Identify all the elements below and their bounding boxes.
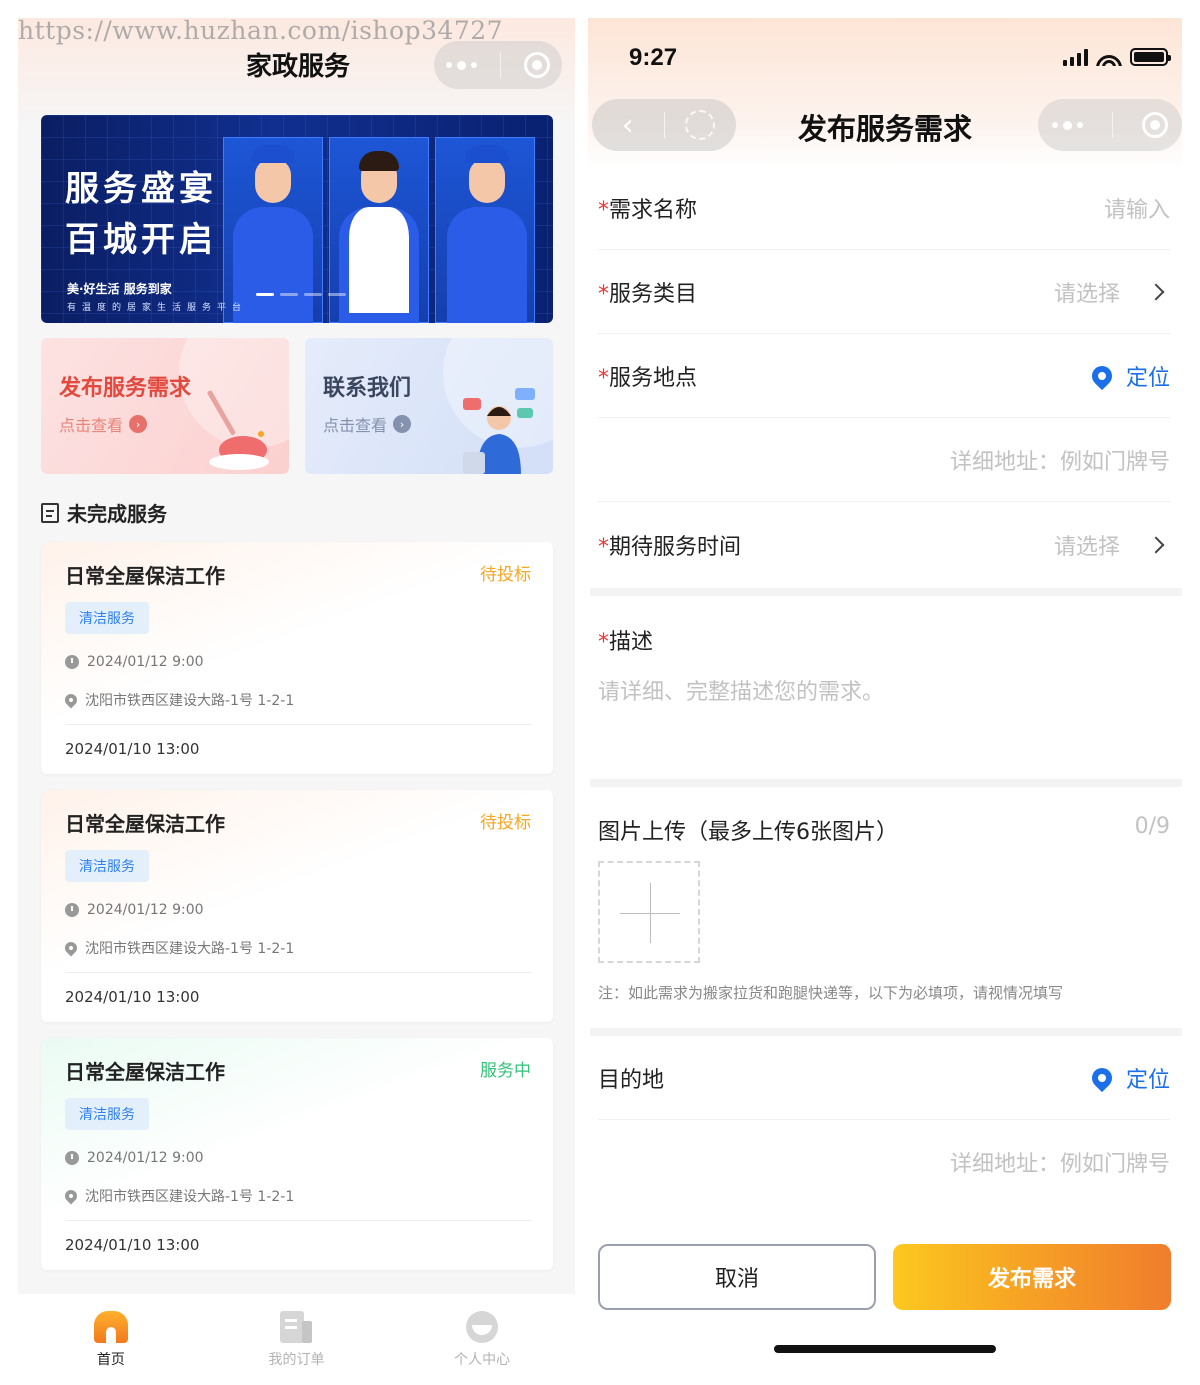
contact-us-entry[interactable]: 联系我们 点击查看 › — [305, 338, 553, 474]
destination-field[interactable]: 目的地 定位 — [598, 1036, 1170, 1120]
miniprogram-capsule[interactable] — [434, 41, 562, 89]
service-location-field[interactable]: *服务地点 定位 — [598, 334, 1170, 418]
banner-headline: 服务盛宴 — [65, 169, 217, 209]
home-indicator — [774, 1345, 996, 1353]
arrow-right-icon: › — [393, 415, 412, 433]
section-title: 未完成服务 — [41, 498, 167, 527]
service-category-field[interactable]: *服务类目 请选择 — [598, 250, 1170, 334]
service-time: 2024/01/12 9:00 — [65, 654, 204, 670]
miniprogram-capsule[interactable] — [1038, 99, 1182, 151]
publish-demand-button[interactable]: 发布需求 — [893, 1244, 1171, 1310]
clock-icon — [65, 655, 79, 669]
created-date: 2024/01/10 13:00 — [65, 988, 200, 1006]
entry-title: 发布服务需求 — [59, 376, 192, 401]
tab-home[interactable]: 首页 — [51, 1310, 171, 1369]
status-badge: 待投标 — [480, 813, 531, 833]
status-bar-icons — [1063, 48, 1171, 66]
document-icon — [41, 502, 59, 523]
location-pin-icon — [62, 691, 80, 709]
status-badge: 服务中 — [480, 1061, 531, 1081]
status-bar-time: 9:27 — [629, 44, 678, 71]
location-pin-icon — [62, 939, 80, 957]
address-detail-field[interactable]: 详细地址：例如门牌号 — [598, 418, 1170, 502]
service-time: 2024/01/12 9:00 — [65, 1150, 204, 1166]
cancel-button[interactable]: 取消 — [598, 1244, 876, 1310]
created-date: 2024/01/10 13:00 — [65, 740, 200, 758]
wifi-icon — [1096, 48, 1122, 66]
category-tag: 清洁服务 — [65, 602, 149, 634]
bottom-tabbar: 首页 我的订单 个人中心 — [18, 1294, 575, 1385]
service-time-select[interactable]: 请选择 — [1054, 529, 1170, 561]
carousel-indicator — [256, 293, 346, 296]
left-screen-home: 家政服务 服务盛宴 百城开启 美·好生活 服务到家 有温度的居家生活服务平台 发… — [18, 18, 575, 1385]
image-upload-count: 0/9 — [1134, 814, 1170, 839]
service-address: 沈阳市铁西区建设大路-1号 1-2-1 — [62, 690, 294, 710]
category-tag: 清洁服务 — [65, 1098, 149, 1130]
created-date: 2024/01/10 13:00 — [65, 1236, 200, 1254]
service-card[interactable]: 日常全屋保洁工作 服务中 清洁服务 2024/01/12 9:00 沈阳市铁西区… — [41, 1038, 553, 1270]
close-miniprogram-icon[interactable] — [1141, 112, 1168, 138]
right-screen-publish: 9:27 ‹ 发布服务需求 *需求名称 请输入 *服务类目 请选择 *服务地点 — [588, 18, 1182, 1385]
order-icon — [280, 1310, 313, 1343]
watermark-text: https://www.huzhan.com/ishop34727 — [18, 16, 504, 45]
banner-headline: 百城开启 — [65, 220, 217, 260]
tab-my-orders[interactable]: 我的订单 — [236, 1310, 356, 1369]
destination-address-field[interactable]: 详细地址：例如门牌号 — [598, 1120, 1170, 1204]
service-address: 沈阳市铁西区建设大路-1号 1-2-1 — [62, 1186, 294, 1206]
chevron-right-icon — [1147, 536, 1165, 554]
service-card[interactable]: 日常全屋保洁工作 待投标 清洁服务 2024/01/12 9:00 沈阳市铁西区… — [41, 542, 553, 774]
worker-illustration — [445, 145, 529, 323]
home-icon — [93, 1310, 128, 1343]
more-icon[interactable] — [445, 60, 477, 70]
service-time: 2024/01/12 9:00 — [65, 902, 204, 918]
address-detail-input[interactable]: 详细地址：例如门牌号 — [950, 444, 1170, 476]
status-badge: 待投标 — [480, 565, 531, 585]
entry-subtitle: 点击查看 › — [59, 412, 148, 436]
banner-tagline: 有温度的居家生活服务平台 — [67, 303, 248, 313]
service-category-select[interactable]: 请选择 — [1054, 276, 1170, 308]
banner-brand-line: 美·好生活 服务到家 — [67, 282, 172, 296]
publish-demand-entry[interactable]: 发布服务需求 点击查看 › — [41, 338, 289, 474]
description-textarea[interactable]: 请详细、完整描述您的需求。 — [598, 674, 884, 706]
form-note: 注：如此需求为搬家拉货和跑腿快递等，以下为必填项，请视情况填写 — [598, 984, 1064, 1002]
profile-icon — [466, 1310, 499, 1343]
location-pin-icon — [1087, 1063, 1117, 1092]
category-tag: 清洁服务 — [65, 850, 149, 882]
customer-service-icon — [463, 388, 535, 474]
location-pin-icon — [1087, 361, 1117, 390]
promo-banner[interactable]: 服务盛宴 百城开启 美·好生活 服务到家 有温度的居家生活服务平台 — [41, 115, 553, 323]
card-title: 日常全屋保洁工作 — [65, 564, 225, 588]
entry-title: 联系我们 — [323, 376, 412, 401]
clock-icon — [65, 1151, 79, 1165]
worker-illustration — [337, 145, 421, 323]
card-title: 日常全屋保洁工作 — [65, 1060, 225, 1084]
demand-name-field[interactable]: *需求名称 请输入 — [598, 166, 1170, 250]
demand-name-input[interactable]: 请输入 — [1104, 192, 1170, 224]
more-icon[interactable] — [1052, 120, 1084, 130]
close-miniprogram-icon[interactable] — [524, 52, 551, 78]
battery-icon — [1130, 48, 1171, 66]
service-address: 沈阳市铁西区建设大路-1号 1-2-1 — [62, 938, 294, 958]
locate-button[interactable]: 定位 — [1087, 360, 1170, 392]
add-image-button[interactable] — [598, 861, 700, 963]
entry-subtitle: 点击查看 › — [323, 412, 412, 436]
destination-locate-button[interactable]: 定位 — [1087, 1062, 1170, 1094]
worker-illustration — [231, 145, 315, 323]
clock-icon — [65, 903, 79, 917]
description-label: *描述 — [598, 630, 654, 655]
tab-profile[interactable]: 个人中心 — [422, 1310, 542, 1369]
chevron-right-icon — [1147, 283, 1165, 300]
service-card[interactable]: 日常全屋保洁工作 待投标 清洁服务 2024/01/12 9:00 沈阳市铁西区… — [41, 790, 553, 1022]
arrow-right-icon: › — [129, 415, 148, 433]
signal-icon — [1063, 48, 1088, 66]
location-pin-icon — [62, 1187, 80, 1205]
image-upload-label: 图片上传（最多上传6张图片） — [598, 820, 898, 845]
cleaning-brush-icon — [207, 390, 269, 470]
service-time-field[interactable]: *期待服务时间 请选择 — [598, 503, 1170, 587]
destination-address-input[interactable]: 详细地址：例如门牌号 — [950, 1146, 1170, 1178]
card-title: 日常全屋保洁工作 — [65, 812, 225, 836]
